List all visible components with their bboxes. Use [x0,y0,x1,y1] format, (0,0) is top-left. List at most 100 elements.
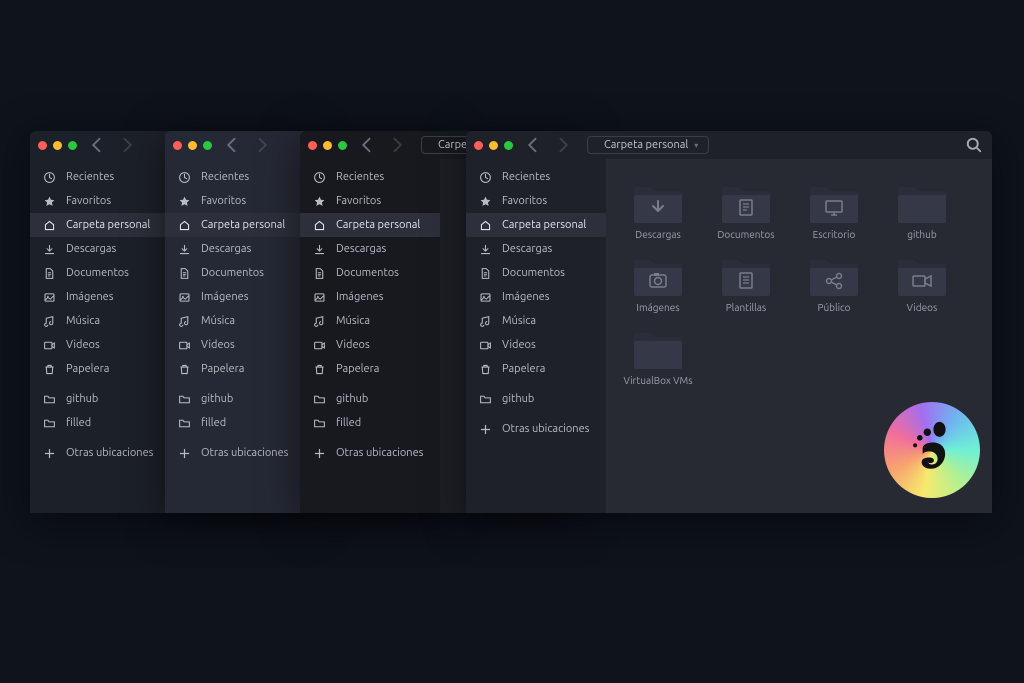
back-button[interactable] [222,135,242,155]
folder-label: Escritorio [813,229,856,240]
sidebar-item-plus[interactable]: Otras ubicaciones [300,441,440,465]
sidebar-item-home[interactable]: Carpeta personal [165,213,305,237]
folder-imágenes[interactable]: Imágenes [618,252,698,313]
sidebar-item-plus[interactable]: Otras ubicaciones [466,417,606,441]
folder-virtualbox-vms[interactable]: VirtualBox VMs [618,325,698,386]
maximize-button[interactable] [338,141,347,150]
sidebar-item-download[interactable]: Descargas [466,237,606,261]
minimize-button[interactable] [323,141,332,150]
sidebar-item-star[interactable]: Favoritos [466,189,606,213]
close-button[interactable] [474,141,483,150]
sidebar-item-download[interactable]: Descargas [30,237,170,261]
forward-button[interactable] [387,135,407,155]
sidebar-item-clock[interactable]: Recientes [466,165,606,189]
trash-icon [177,362,191,376]
sidebar-item-image[interactable]: Imágenes [466,285,606,309]
sidebar-item-home[interactable]: Carpeta personal [300,213,440,237]
sidebar-item-home[interactable]: Carpeta personal [466,213,606,237]
sidebar-item-clock[interactable]: Recientes [300,165,440,189]
back-button[interactable] [523,135,543,155]
sidebar-item-music[interactable]: Música [165,309,305,333]
sidebar-item-label: Recientes [502,171,550,183]
sidebar-item-star[interactable]: Favoritos [165,189,305,213]
sidebar-item-music[interactable]: Música [300,309,440,333]
plus-icon [42,446,56,460]
sidebar-item-clock[interactable]: Recientes [30,165,170,189]
sidebar-item-image[interactable]: Imágenes [165,285,305,309]
folder-escritorio[interactable]: Escritorio [794,179,874,240]
sidebar-item-label: Carpeta personal [201,219,285,231]
search-button[interactable] [964,135,984,155]
close-button[interactable] [38,141,47,150]
maximize-button[interactable] [68,141,77,150]
sidebar-item-label: Recientes [66,171,114,183]
folder-github[interactable]: github [882,179,962,240]
sidebar-item-trash[interactable]: Papelera [30,357,170,381]
video-icon [177,338,191,352]
sidebar-item-music[interactable]: Música [466,309,606,333]
pathbar[interactable]: Carpeta personal ▾ [587,136,709,154]
sidebar-item-folder[interactable]: github [30,387,170,411]
sidebar-item-document[interactable]: Documentos [165,261,305,285]
close-button[interactable] [173,141,182,150]
close-button[interactable] [308,141,317,150]
minimize-button[interactable] [489,141,498,150]
folder-plantillas[interactable]: Plantillas [706,252,786,313]
sidebar-item-folder[interactable]: filled [30,411,170,435]
sidebar-item-image[interactable]: Imágenes [300,285,440,309]
folder-icon [896,252,948,296]
sidebar-item-video[interactable]: Videos [30,333,170,357]
dropdown-icon: ▾ [694,141,698,150]
sidebar-item-folder[interactable]: github [466,387,606,411]
sidebar-item-music[interactable]: Música [30,309,170,333]
sidebar-item-label: github [66,393,98,405]
sidebar-item-star[interactable]: Favoritos [30,189,170,213]
sidebar-item-download[interactable]: Descargas [300,237,440,261]
sidebar-item-video[interactable]: Videos [165,333,305,357]
back-button[interactable] [357,135,377,155]
sidebar-item-download[interactable]: Descargas [165,237,305,261]
folder-documentos[interactable]: Documentos [706,179,786,240]
forward-button[interactable] [252,135,272,155]
sidebar-item-folder[interactable]: filled [165,411,305,435]
sidebar-item-document[interactable]: Documentos [30,261,170,285]
sidebar-item-video[interactable]: Videos [300,333,440,357]
sidebar-item-label: Favoritos [336,195,381,207]
star-icon [478,194,492,208]
folder-label: Imágenes [636,302,679,313]
sidebar-item-label: Papelera [502,363,545,375]
sidebar-item-label: Documentos [66,267,129,279]
forward-button[interactable] [553,135,573,155]
sidebar-item-folder[interactable]: filled [300,411,440,435]
folder-descargas[interactable]: Descargas [618,179,698,240]
folder-videos[interactable]: Videos [882,252,962,313]
sidebar-item-trash[interactable]: Papelera [300,357,440,381]
sidebar-item-folder[interactable]: github [165,387,305,411]
folder-icon [42,416,56,430]
folder-label: Público [817,302,850,313]
sidebar-item-trash[interactable]: Papelera [165,357,305,381]
sidebar-item-label: Videos [336,339,370,351]
forward-button[interactable] [117,135,137,155]
minimize-button[interactable] [53,141,62,150]
document-icon [42,266,56,280]
sidebar-item-clock[interactable]: Recientes [165,165,305,189]
sidebar-item-label: Descargas [502,243,552,255]
minimize-button[interactable] [188,141,197,150]
sidebar-item-image[interactable]: Imágenes [30,285,170,309]
plus-icon [478,422,492,436]
sidebar-item-plus[interactable]: Otras ubicaciones [165,441,305,465]
sidebar-item-folder[interactable]: github [300,387,440,411]
sidebar-item-video[interactable]: Videos [466,333,606,357]
sidebar-item-document[interactable]: Documentos [466,261,606,285]
back-button[interactable] [87,135,107,155]
sidebar-item-star[interactable]: Favoritos [300,189,440,213]
maximize-button[interactable] [504,141,513,150]
sidebar-item-label: Descargas [66,243,116,255]
folder-público[interactable]: Público [794,252,874,313]
sidebar-item-home[interactable]: Carpeta personal [30,213,170,237]
maximize-button[interactable] [203,141,212,150]
sidebar-item-trash[interactable]: Papelera [466,357,606,381]
sidebar-item-document[interactable]: Documentos [300,261,440,285]
sidebar-item-plus[interactable]: Otras ubicaciones [30,441,170,465]
